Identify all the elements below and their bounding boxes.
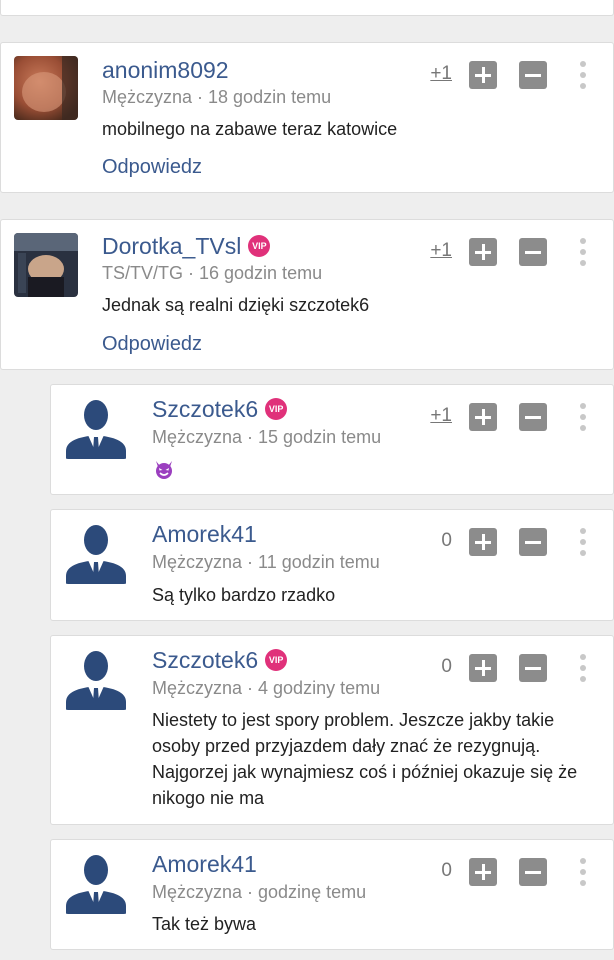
- downvote-button[interactable]: [519, 403, 547, 431]
- vote-score: 0: [441, 530, 452, 551]
- vip-badge: VIP: [248, 235, 271, 257]
- comment-card: Szczotek6 VIP Mężczyzna · 15 godzin temu…: [50, 384, 614, 495]
- username[interactable]: Szczotek6 VIP: [152, 396, 288, 422]
- devil-emoji-icon: [153, 458, 175, 480]
- comment-text: Jednak są realni dzięki szczotek6: [102, 295, 370, 315]
- username[interactable]: Szczotek6 VIP: [152, 647, 288, 673]
- comment-card: Amorek41 Mężczyzna · 11 godzin temu Są t…: [50, 509, 614, 621]
- downvote-button[interactable]: [519, 858, 547, 886]
- upvote-button[interactable]: [469, 61, 497, 89]
- username[interactable]: anonim8092: [102, 57, 229, 83]
- default-male-avatar-icon[interactable]: [64, 850, 128, 914]
- comment-card: Szczotek6 VIP Mężczyzna · 4 godziny temu…: [50, 635, 614, 825]
- comment-meta: Mężczyzna · 15 godzin temu: [152, 427, 382, 447]
- more-options-icon[interactable]: [579, 61, 587, 89]
- username[interactable]: Amorek41: [152, 851, 257, 877]
- username[interactable]: Amorek41: [152, 521, 257, 547]
- more-options-icon[interactable]: [579, 528, 587, 556]
- downvote-button[interactable]: [519, 61, 547, 89]
- default-male-avatar-icon[interactable]: [64, 395, 128, 459]
- comment-text: Niestety to jest spory problem. Jeszcze …: [152, 710, 578, 808]
- vip-badge: VIP: [265, 398, 288, 420]
- upvote-button[interactable]: [469, 858, 497, 886]
- comment-meta: Mężczyzna · 18 godzin temu: [102, 87, 332, 107]
- upvote-button[interactable]: [469, 528, 497, 556]
- vip-badge: VIP: [265, 649, 288, 671]
- vote-score: 0: [441, 860, 452, 881]
- vote-score[interactable]: +1: [424, 63, 452, 85]
- more-options-icon[interactable]: [579, 403, 587, 431]
- upvote-button[interactable]: [469, 238, 497, 266]
- upvote-button[interactable]: [469, 403, 497, 431]
- more-options-icon[interactable]: [579, 238, 587, 266]
- comment-meta: Mężczyzna · 4 godziny temu: [152, 678, 381, 698]
- default-male-avatar-icon[interactable]: [64, 646, 128, 710]
- comment-meta: Mężczyzna · 11 godzin temu: [152, 552, 380, 572]
- vote-score[interactable]: +1: [424, 240, 452, 262]
- comment-card: anonim8092 Mężczyzna · 18 godzin temu mo…: [0, 42, 614, 193]
- avatar[interactable]: [14, 233, 78, 297]
- reply-link[interactable]: Odpowiedz: [102, 155, 202, 179]
- username[interactable]: Dorotka_TVsl VIP: [102, 233, 271, 259]
- more-options-icon[interactable]: [579, 654, 587, 682]
- vote-score[interactable]: +1: [424, 405, 452, 427]
- comment-card: Amorek41 Mężczyzna · godzinę temu Tak te…: [50, 839, 614, 950]
- downvote-button[interactable]: [519, 528, 547, 556]
- comment-text: mobilnego na zabawe teraz katowice: [102, 119, 398, 139]
- more-options-icon[interactable]: [579, 858, 587, 886]
- comment-card-partial: [0, 0, 614, 16]
- comment-meta: Mężczyzna · godzinę temu: [152, 882, 367, 902]
- reply-link[interactable]: Odpowiedz: [102, 332, 202, 356]
- comment-meta: TS/TV/TG · 16 godzin temu: [102, 263, 323, 283]
- comment-card: Dorotka_TVsl VIP TS/TV/TG · 16 godzin te…: [0, 219, 614, 370]
- default-male-avatar-icon[interactable]: [64, 520, 128, 584]
- downvote-button[interactable]: [519, 238, 547, 266]
- avatar[interactable]: [14, 56, 78, 120]
- vote-score: 0: [441, 656, 452, 677]
- comment-text: Są tylko bardzo rzadko: [152, 585, 336, 605]
- downvote-button[interactable]: [519, 654, 547, 682]
- upvote-button[interactable]: [469, 654, 497, 682]
- comment-text: Tak też bywa: [152, 914, 257, 934]
